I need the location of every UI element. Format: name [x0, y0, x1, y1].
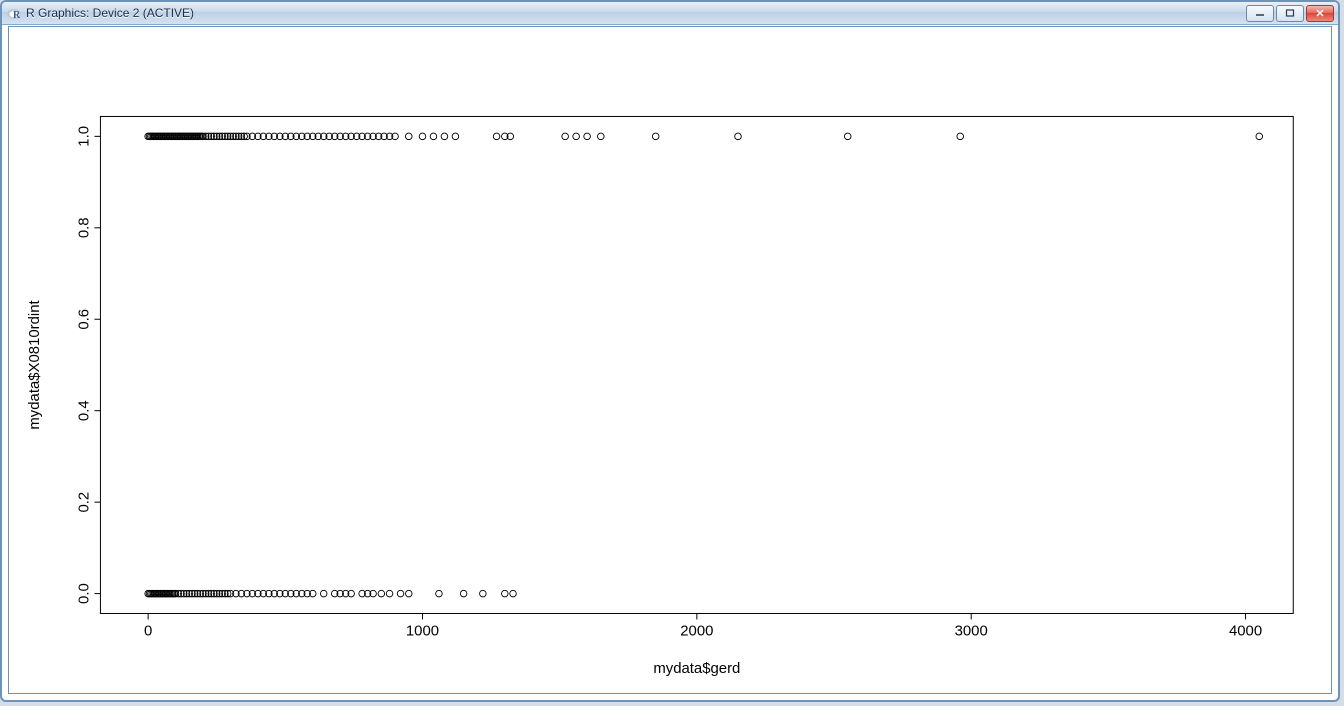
data-point	[452, 133, 459, 140]
data-point	[735, 133, 742, 140]
data-point	[598, 133, 605, 140]
data-point	[480, 590, 487, 597]
data-point	[1256, 133, 1263, 140]
titlebar[interactable]: R R Graphics: Device 2 (ACTIVE)	[2, 2, 1338, 25]
x-axis-label: mydata$gerd	[653, 661, 740, 677]
maximize-button[interactable]	[1276, 5, 1304, 22]
x-tick-label: 4000	[1229, 623, 1262, 639]
data-point	[320, 590, 327, 597]
y-tick-label: 0.0	[76, 583, 92, 604]
data-point	[405, 133, 412, 140]
data-point	[419, 133, 426, 140]
r-graphics-window: R R Graphics: Device 2 (ACTIVE) 0 1000 200…	[0, 0, 1340, 702]
data-point	[584, 133, 591, 140]
y-tick-label: 1.0	[76, 126, 92, 147]
r-logo-icon: R	[6, 5, 22, 21]
svg-text:R: R	[13, 10, 21, 21]
close-button[interactable]	[1306, 5, 1334, 22]
data-point	[562, 133, 569, 140]
data-point	[573, 133, 580, 140]
y-tick-label: 0.8	[76, 217, 92, 238]
data-point	[493, 133, 500, 140]
data-point	[460, 590, 467, 597]
data-point	[957, 133, 964, 140]
data-point	[441, 133, 448, 140]
data-point	[397, 590, 404, 597]
x-tick-label: 0	[144, 623, 152, 639]
window-title: R Graphics: Device 2 (ACTIVE)	[26, 6, 194, 20]
data-point	[378, 590, 385, 597]
y-tick-label: 0.4	[76, 400, 92, 421]
data-point	[430, 133, 437, 140]
data-point	[502, 590, 509, 597]
scatter-plot: 0 1000 2000 3000 4000 0.0 0.2 0.4 0.6 0.8 1.0 myd…	[9, 27, 1331, 693]
data-point	[510, 590, 517, 597]
minimize-button[interactable]	[1246, 5, 1274, 22]
plot-area: 0 1000 2000 3000 4000 0.0 0.2 0.4 0.6 0.8 1.0 myd…	[8, 26, 1332, 694]
y-tick-label: 0.6	[76, 309, 92, 330]
x-tick-label: 1000	[406, 623, 439, 639]
x-tick-label: 3000	[955, 623, 988, 639]
data-point	[405, 590, 412, 597]
data-point	[652, 133, 659, 140]
data-point	[844, 133, 851, 140]
data-point	[436, 590, 443, 597]
y-tick-label: 0.2	[76, 492, 92, 513]
y-axis-label: mydata$X0810rdint	[27, 299, 43, 429]
window-buttons	[1246, 5, 1334, 22]
data-points	[145, 133, 1263, 597]
x-tick-label: 2000	[680, 623, 713, 639]
data-point	[386, 590, 393, 597]
